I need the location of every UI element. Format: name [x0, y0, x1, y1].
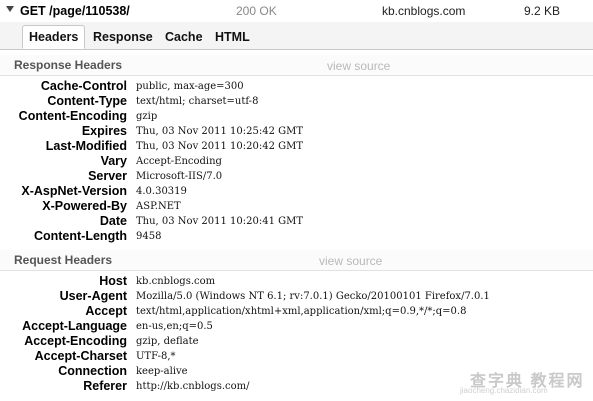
tab-html[interactable]: HTML	[209, 26, 256, 48]
header-row: Accept-Language en-us,en;q=0.5	[0, 319, 593, 334]
header-name: Referer	[83, 379, 127, 393]
header-row: User-Agent Mozilla/5.0 (Windows NT 6.1; r…	[0, 289, 593, 304]
header-name: Vary	[100, 154, 127, 168]
header-row: X-Powered-By ASP.NET	[0, 199, 593, 214]
expand-toggle-icon[interactable]	[6, 6, 14, 12]
header-name: X-Powered-By	[42, 199, 127, 213]
header-name: Accept	[85, 304, 127, 318]
tab-response[interactable]: Response	[87, 26, 159, 48]
response-view-source-link[interactable]: view source	[327, 59, 390, 73]
header-name: User-Agent	[59, 289, 127, 303]
header-name: Content-Type	[47, 94, 127, 108]
response-headers-section: Response Headers view source	[0, 55, 593, 76]
header-row: Accept-Charset UTF-8,*	[0, 349, 593, 364]
header-value: text/html; charset=utf-8	[136, 96, 259, 107]
header-value: Mozilla/5.0 (Windows NT 6.1; rv:7.0.1) G…	[136, 291, 490, 302]
request-size: 9.2 KB	[524, 4, 561, 18]
header-value: UTF-8,*	[136, 351, 176, 362]
header-name: Connection	[58, 364, 127, 378]
header-value: text/html,application/xhtml+xml,applicat…	[136, 306, 467, 317]
header-row: Host kb.cnblogs.com	[0, 274, 593, 289]
header-name: Last-Modified	[45, 139, 127, 153]
header-name: Accept-Language	[22, 319, 127, 333]
header-row: Expires Thu, 03 Nov 2011 10:25:42 GMT	[0, 124, 593, 139]
header-row: Content-Length 9458	[0, 229, 593, 244]
request-row[interactable]: GET /page/110538/ 200 OK kb.cnblogs.com …	[0, 0, 593, 22]
header-row: X-AspNet-Version 4.0.30319	[0, 184, 593, 199]
header-value: Microsoft-IIS/7.0	[136, 171, 223, 182]
request-view-source-link[interactable]: view source	[319, 254, 382, 268]
detail-tabs: Headers Response Cache HTML	[0, 22, 593, 50]
request-method-path: GET /page/110538/	[20, 4, 130, 18]
header-row: Content-Encoding gzip	[0, 109, 593, 124]
header-value: gzip, deflate	[136, 336, 199, 347]
header-value: Thu, 03 Nov 2011 10:20:42 GMT	[136, 141, 304, 152]
tab-headers[interactable]: Headers	[22, 25, 86, 49]
header-row: Content-Type text/html; charset=utf-8	[0, 94, 593, 109]
header-value: 4.0.30319	[136, 186, 187, 197]
header-row: Server Microsoft-IIS/7.0	[0, 169, 593, 184]
header-name: Cache-Control	[40, 79, 127, 93]
header-row: Cache-Control public, max-age=300	[0, 79, 593, 94]
header-value: kb.cnblogs.com	[136, 276, 216, 287]
header-value: gzip	[136, 111, 158, 122]
header-name: Server	[88, 169, 127, 183]
header-value: Thu, 03 Nov 2011 10:25:42 GMT	[136, 126, 304, 137]
watermark-url: jiaocheng.chazidian.com	[460, 386, 548, 395]
header-name: Date	[99, 214, 127, 228]
request-headers-section: Request Headers view source	[0, 250, 593, 271]
header-name: Accept-Charset	[34, 349, 127, 363]
header-name: X-AspNet-Version	[21, 184, 127, 198]
header-name: Accept-Encoding	[24, 334, 127, 348]
header-value: Accept-Encoding	[136, 156, 222, 167]
header-row: Date Thu, 03 Nov 2011 10:20:41 GMT	[0, 214, 593, 229]
header-value: en-us,en;q=0.5	[136, 321, 213, 332]
header-name: Expires	[81, 124, 127, 138]
header-name: Content-Length	[33, 229, 127, 243]
request-headers-title: Request Headers	[14, 253, 113, 267]
header-row: Vary Accept-Encoding	[0, 154, 593, 169]
header-value: 9458	[136, 231, 162, 242]
header-value: Thu, 03 Nov 2011 10:20:41 GMT	[136, 216, 304, 227]
header-row: Accept text/html,application/xhtml+xml,ap…	[0, 304, 593, 319]
header-value: public, max-age=300	[136, 81, 244, 92]
header-row: Accept-Encoding gzip, deflate	[0, 334, 593, 349]
header-name: Content-Encoding	[18, 109, 127, 123]
request-domain: kb.cnblogs.com	[382, 4, 466, 18]
header-row: Last-Modified Thu, 03 Nov 2011 10:20:42 G…	[0, 139, 593, 154]
request-status: 200 OK	[236, 4, 277, 18]
header-value: keep-alive	[136, 366, 188, 377]
tab-cache[interactable]: Cache	[159, 26, 209, 48]
header-value: http://kb.cnblogs.com/	[136, 381, 250, 392]
response-headers-title: Response Headers	[14, 58, 123, 72]
header-name: Host	[99, 274, 127, 288]
header-value: ASP.NET	[136, 201, 181, 212]
